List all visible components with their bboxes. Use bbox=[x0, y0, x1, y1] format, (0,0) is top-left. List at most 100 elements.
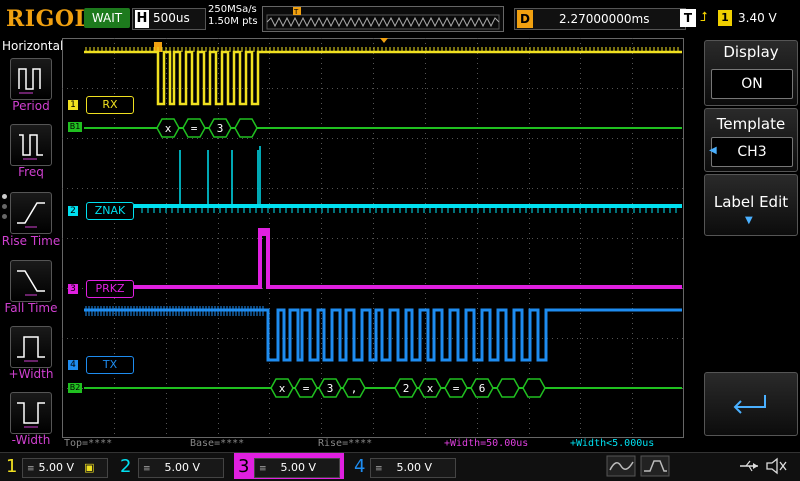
template-softkey[interactable]: Template CH3 ◀ bbox=[704, 108, 798, 172]
period-button[interactable] bbox=[10, 58, 52, 100]
display-value: ON bbox=[711, 69, 793, 99]
bus2-packet-text: 6 bbox=[479, 382, 486, 395]
ch2-number[interactable]: 2 bbox=[120, 456, 131, 477]
display-softkey[interactable]: Display ON bbox=[704, 40, 798, 106]
label-edit-softkey[interactable]: Label Edit ▼ bbox=[704, 174, 798, 236]
usb-icon bbox=[740, 460, 758, 472]
bus1-packet bbox=[234, 118, 258, 138]
waveform-svg: x = 3 x = 3, 2 x = 6 bbox=[62, 38, 684, 438]
return-icon bbox=[733, 395, 766, 414]
delay-value: 2.27000000ms bbox=[559, 12, 650, 26]
traces bbox=[84, 47, 682, 362]
ch4-number[interactable]: 4 bbox=[354, 456, 365, 477]
bus1-packet-text: 3 bbox=[217, 122, 224, 135]
fall-time-button[interactable] bbox=[10, 260, 52, 302]
bus2-packet: 3 bbox=[318, 378, 342, 398]
bus2-packet bbox=[496, 378, 520, 398]
horizontal-key: H bbox=[135, 10, 149, 28]
bus2-packet-frame bbox=[522, 378, 546, 398]
ch3-marker[interactable]: 3 bbox=[68, 284, 78, 294]
display-label: Display bbox=[723, 43, 779, 61]
ch2-scale-value: 5.00 V bbox=[164, 461, 201, 474]
bus2-packet-text: , bbox=[351, 382, 358, 395]
ch3-label: PRKZ bbox=[86, 280, 134, 298]
bus1-packet: 3 bbox=[208, 118, 232, 138]
return-softkey[interactable] bbox=[704, 372, 798, 436]
pos-width-icon bbox=[17, 336, 45, 362]
neg-width-label: -Width bbox=[11, 433, 51, 447]
measure-panel-title: Horizontal bbox=[2, 39, 64, 53]
bw-limit-icon: ▣ bbox=[84, 461, 95, 474]
ch1-number[interactable]: 1 bbox=[6, 456, 17, 477]
bus2-packet-text: = bbox=[303, 382, 310, 395]
brand-logo: RIGOL bbox=[6, 6, 91, 32]
ch3-scale[interactable]: ≡ 5.00 V bbox=[254, 458, 340, 478]
template-value: CH3 bbox=[711, 137, 793, 167]
run-status-badge[interactable]: WAIT bbox=[84, 8, 130, 28]
bus2-packet-text: 2 bbox=[403, 382, 410, 395]
timebase-value: 500us bbox=[153, 11, 190, 25]
trigger-display[interactable]: T ⮥ 1 3.40 V bbox=[676, 8, 794, 28]
measurement-strip: Top=**** Base=**** Rise=**** +Width=50.0… bbox=[62, 438, 684, 452]
bus1-packet: x bbox=[156, 118, 180, 138]
bus2-packet: 6 bbox=[470, 378, 494, 398]
rising-edge-icon: ⮥ bbox=[700, 10, 708, 25]
rise-time-label: Rise Time bbox=[1, 234, 61, 248]
arrow-down-icon: ▼ bbox=[745, 215, 753, 226]
fall-time-icon bbox=[17, 270, 45, 296]
bus2-packet: 2 bbox=[394, 378, 418, 398]
ch1-scale-value: 5.00 V bbox=[38, 461, 75, 474]
ch1-marker[interactable]: 1 bbox=[68, 100, 78, 110]
ch2-scale[interactable]: ≡ 5.00 V bbox=[138, 458, 224, 478]
wave-generator1-icon[interactable] bbox=[606, 455, 636, 477]
speaker-mute-icon[interactable] bbox=[764, 456, 788, 476]
meas-pos-width: +Width=50.00us bbox=[444, 438, 529, 449]
trigger-time-marker bbox=[380, 38, 388, 43]
meas-pos-width-ch2: +Width<5.000us bbox=[570, 438, 655, 449]
bus2-packet-text: x bbox=[427, 382, 434, 395]
meas-top: Top=**** bbox=[64, 438, 113, 449]
ch4-marker[interactable]: 4 bbox=[68, 360, 78, 370]
sample-rate: 250MSa/s bbox=[208, 4, 257, 15]
ch3-number[interactable]: 3 bbox=[238, 456, 249, 477]
meas-rise: Rise=**** bbox=[318, 438, 373, 449]
bus2-packet: = bbox=[444, 378, 468, 398]
waveform-overview[interactable]: T bbox=[262, 6, 504, 32]
ch2-label: ZNAK bbox=[86, 202, 134, 220]
ch1-trace bbox=[84, 50, 682, 106]
timebase-display[interactable]: H 500us bbox=[132, 8, 206, 30]
pos-width-button[interactable] bbox=[10, 326, 52, 368]
bus2-packet: x bbox=[418, 378, 442, 398]
neg-width-icon bbox=[17, 402, 45, 428]
ch4-trace bbox=[84, 308, 682, 362]
bus1-packet-frame bbox=[234, 118, 258, 138]
waveform-area[interactable]: x = 3 x = 3, 2 x = 6 1 RX B1 2 ZNAK 3 PRKZ 4 TX B… bbox=[62, 38, 684, 438]
trigger-channel: 1 bbox=[718, 10, 732, 26]
ch2-marker[interactable]: 2 bbox=[68, 206, 78, 216]
pos-width-label: +Width bbox=[8, 367, 54, 381]
freq-button[interactable] bbox=[10, 124, 52, 166]
ch4-scale[interactable]: ≡ 5.00 V bbox=[370, 458, 456, 478]
graticule bbox=[62, 38, 684, 438]
ch1-scale[interactable]: ≡ 5.00 V ▣ bbox=[22, 458, 108, 478]
trigger-key: T bbox=[680, 9, 696, 27]
period-icon bbox=[18, 68, 41, 94]
wave-generator2-icon[interactable] bbox=[640, 455, 670, 477]
bus2-packet bbox=[522, 378, 546, 398]
svg-text:T: T bbox=[293, 8, 299, 16]
neg-width-button[interactable] bbox=[10, 392, 52, 434]
page-dot bbox=[2, 214, 7, 219]
bus2-packet-text: x bbox=[279, 382, 286, 395]
rise-time-button[interactable] bbox=[10, 192, 52, 234]
meas-base: Base=**** bbox=[190, 438, 245, 449]
acquisition-info: 250MSa/s 1.50M pts bbox=[208, 4, 258, 28]
bus1-marker[interactable]: B1 bbox=[68, 122, 82, 132]
bus2-packet: x bbox=[270, 378, 294, 398]
softkey-menu: Display ON Template CH3 ◀ Label Edit ▼ bbox=[700, 38, 800, 452]
fall-time-label: Fall Time bbox=[4, 301, 58, 315]
bus1-packet: = bbox=[182, 118, 206, 138]
memory-depth: 1.50M pts bbox=[208, 16, 258, 27]
bus2-marker[interactable]: B2 bbox=[68, 383, 82, 393]
delay-display[interactable]: D 2.27000000ms bbox=[514, 8, 686, 30]
bus1-packet-text: x bbox=[165, 122, 172, 135]
